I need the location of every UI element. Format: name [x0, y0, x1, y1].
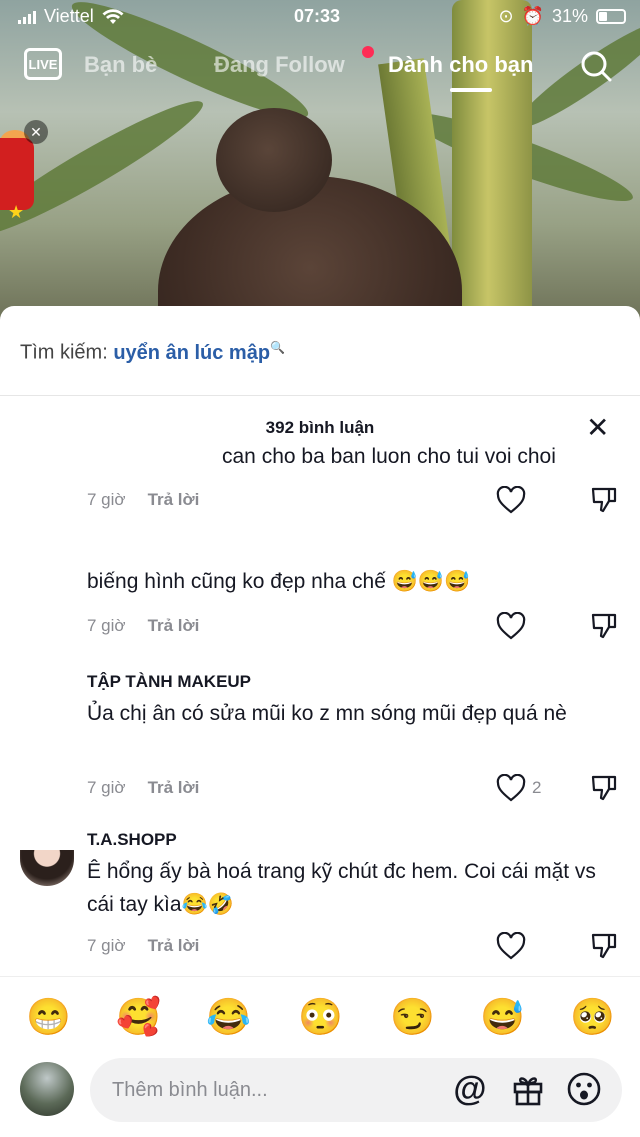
search-query[interactable]: uyển ân lúc mập🔍 [113, 340, 286, 364]
like-count: 2 [532, 778, 542, 797]
comment-input-row: Thêm bình luận... @ [0, 1058, 640, 1137]
emoji-sweat-smile[interactable]: 😅 [480, 999, 525, 1035]
heart-icon[interactable] [496, 774, 526, 802]
comment-input[interactable]: Thêm bình luận... @ [90, 1058, 622, 1122]
comment-text: can cho ba ban luon cho tui voi choi [222, 446, 556, 468]
comment-text: Ủa chị ân có sửa mũi ko z mn sóng mũi đẹ… [87, 702, 567, 725]
quick-emoji-bar: 😁 🥰 😂 😳 😏 😅 🥺 [0, 976, 640, 1062]
dislike-icon[interactable] [590, 612, 618, 640]
comment-username[interactable]: T.A.SHOPP [87, 830, 177, 850]
battery-percent: 31% [551, 6, 588, 26]
comment-input-placeholder: Thêm bình luận... [112, 1079, 268, 1101]
clock: 07:33 [294, 6, 341, 26]
comment-time: 7 giờ [87, 616, 126, 635]
emoji-smirk[interactable]: 😏 [390, 999, 435, 1035]
tab-friends[interactable]: Bạn bè [84, 52, 157, 78]
dislike-icon[interactable] [590, 932, 618, 960]
heart-icon[interactable] [496, 486, 526, 514]
comment-time: 7 giờ [87, 936, 126, 955]
comment-time: 7 giờ [87, 778, 126, 797]
reply-button[interactable]: Trả lời [148, 778, 200, 797]
signal-icon [18, 10, 36, 24]
dislike-icon[interactable] [590, 486, 618, 514]
comment-text: biếng hình cũng ko đẹp nha chế 😅😅😅 [87, 570, 471, 593]
carrier-label: Viettel [44, 6, 94, 26]
status-bar: Viettel 07:33 ⊙ ⏰ 31% [0, 0, 640, 34]
comment-time: 7 giờ [87, 490, 126, 509]
gift-decoration[interactable] [0, 138, 34, 210]
hair-bun [216, 108, 332, 212]
tab-for-you[interactable]: Dành cho bạn [388, 52, 533, 78]
dislike-icon[interactable] [590, 774, 618, 802]
search-prefix: Tìm kiếm: [20, 341, 108, 364]
close-gift-icon[interactable]: ✕ [24, 120, 48, 144]
avatar[interactable] [20, 850, 74, 886]
search-icon[interactable] [580, 50, 612, 82]
comment-username[interactable]: TẬP TÀNH MAKEUP [87, 672, 251, 692]
comment-meta: 7 giờ Trả lời [87, 936, 199, 956]
comments-sheet: Tìm kiếm: uyển ân lúc mập🔍 392 bình luận… [0, 306, 640, 1137]
comment-meta: 7 giờ Trả lời [87, 490, 199, 510]
heart-icon[interactable] [496, 612, 526, 640]
alarm-icon: ⏰ [521, 6, 544, 26]
reply-button[interactable]: Trả lời [148, 616, 200, 635]
notification-dot [362, 46, 374, 58]
active-tab-indicator [450, 88, 492, 92]
search-small-icon: 🔍 [270, 340, 286, 354]
emoji-flushed[interactable]: 😳 [298, 999, 343, 1035]
heart-icon[interactable] [496, 932, 526, 960]
comment-list[interactable]: can cho ba ban luon cho tui voi choi 7 g… [0, 446, 640, 976]
comment-count: 392 bình luận [265, 418, 375, 437]
comment-text: Ê hổng ấy bà hoá trang kỹ chút đc hem. C… [87, 860, 596, 916]
gift-icon[interactable] [510, 1071, 546, 1107]
search-suggestion[interactable]: Tìm kiếm: uyển ân lúc mập🔍 [0, 306, 640, 396]
reply-button[interactable]: Trả lời [148, 490, 200, 509]
battery-icon [596, 9, 626, 24]
live-icon[interactable]: LIVE [24, 48, 62, 80]
emoji-smiling-hearts[interactable]: 🥰 [116, 999, 161, 1035]
search-query-text: uyển ân lúc mập [113, 341, 271, 364]
comment-meta: 7 giờ Trả lời [87, 778, 199, 798]
orientation-lock-icon: ⊙ [498, 6, 514, 26]
emoji-tears-of-joy[interactable]: 😂 [206, 999, 251, 1035]
emoji-icon[interactable] [566, 1071, 602, 1107]
reply-button[interactable]: Trả lời [148, 936, 200, 955]
emoji-grin[interactable]: 😁 [26, 999, 71, 1035]
tab-following[interactable]: Đang Follow [214, 52, 345, 78]
star-icon: ★ [8, 202, 25, 222]
close-icon[interactable]: ✕ [586, 414, 609, 442]
comment-meta: 7 giờ Trả lời [87, 616, 199, 636]
avatar[interactable] [20, 1062, 74, 1116]
top-nav: LIVE Bạn bè Đang Follow Dành cho bạn [0, 44, 640, 94]
emoji-pleading[interactable]: 🥺 [570, 999, 615, 1035]
at-icon[interactable]: @ [452, 1071, 488, 1107]
wifi-icon [102, 8, 124, 24]
